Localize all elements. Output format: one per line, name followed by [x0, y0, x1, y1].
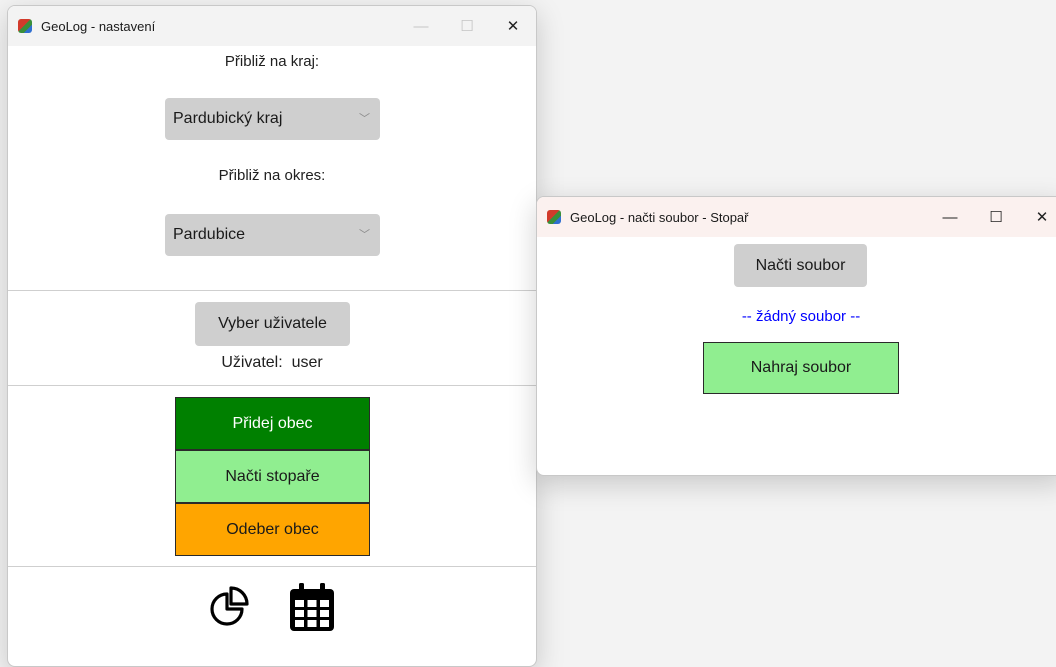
district-combobox[interactable]: Pardubice ﹀	[165, 214, 380, 256]
district-label: Přibliž na okres:	[218, 167, 326, 184]
user-label: Uživatel:	[221, 354, 283, 371]
user-row: Uživatel: user	[8, 354, 536, 372]
choose-user-button[interactable]: Vyber uživatele	[195, 302, 350, 346]
section-divider	[8, 385, 536, 386]
minimize-button[interactable]: —	[927, 197, 973, 237]
section-divider	[8, 290, 536, 291]
no-file-status: -- žádný soubor --	[741, 308, 861, 325]
settings-window: GeoLog - nastavení — ☐ ✕ Přibliž na kraj…	[7, 5, 537, 667]
user-value: user	[291, 354, 323, 371]
remove-municipality-button[interactable]: Odeber obec	[175, 503, 370, 556]
pie-chart-icon[interactable]	[208, 584, 252, 630]
upload-file-button[interactable]: Nahraj soubor	[703, 342, 899, 394]
geolog-app-icon	[547, 210, 561, 224]
calendar-icon[interactable]	[287, 581, 337, 633]
load-file-button[interactable]: Načti soubor	[734, 244, 867, 287]
file-window: GeoLog - načti soubor - Stopař — ☐ ✕ Nač…	[536, 196, 1056, 476]
region-value: Pardubický kraj	[173, 110, 283, 127]
chevron-down-icon: ﹀	[359, 113, 370, 126]
load-hitchhiker-button[interactable]: Načti stopaře	[175, 450, 370, 503]
close-button[interactable]: ✕	[490, 6, 536, 46]
add-municipality-button[interactable]: Přidej obec	[175, 397, 370, 450]
maximize-button[interactable]: ☐	[973, 197, 1019, 237]
close-button[interactable]: ✕	[1019, 197, 1056, 237]
maximize-button[interactable]: ☐	[444, 6, 490, 46]
window-title: GeoLog - nastavení	[41, 18, 156, 34]
district-value: Pardubice	[173, 226, 246, 243]
section-divider	[8, 566, 536, 567]
chevron-down-icon: ﹀	[359, 229, 370, 242]
settings-titlebar[interactable]: GeoLog - nastavení — ☐ ✕	[8, 6, 536, 46]
file-titlebar[interactable]: GeoLog - načti soubor - Stopař — ☐ ✕	[537, 197, 1056, 237]
geolog-app-icon	[18, 19, 32, 33]
region-label: Přibliž na kraj:	[224, 53, 320, 70]
minimize-button[interactable]: —	[398, 6, 444, 46]
window-title: GeoLog - načti soubor - Stopař	[570, 209, 749, 225]
region-combobox[interactable]: Pardubický kraj ﹀	[165, 98, 380, 140]
